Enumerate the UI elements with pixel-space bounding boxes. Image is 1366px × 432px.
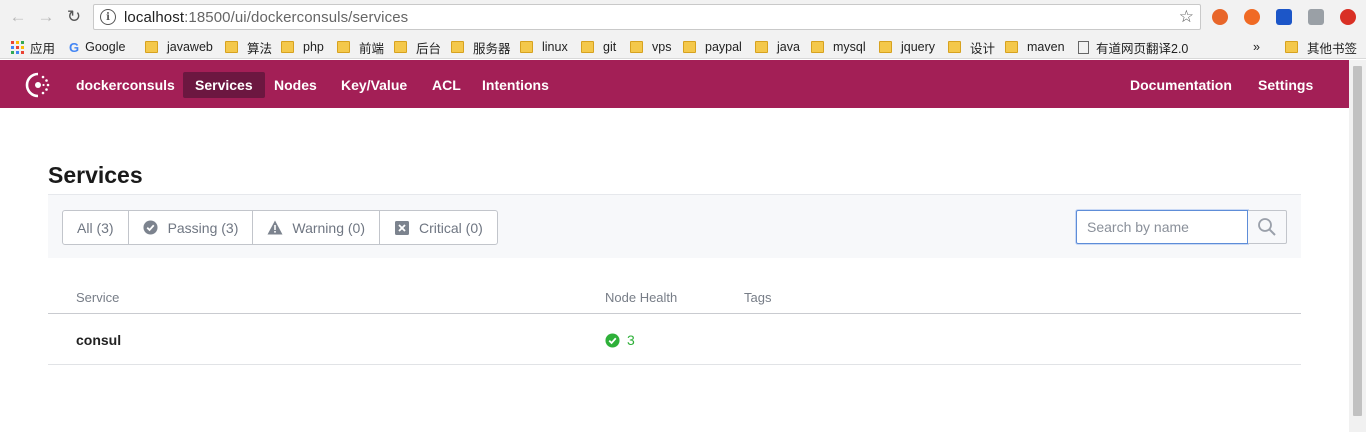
filter-bar: All (3) Passing (3) Warning (0) Critical… bbox=[48, 194, 1301, 258]
critical-x-icon bbox=[394, 220, 410, 236]
bookmark-folder[interactable]: mysql bbox=[811, 38, 866, 56]
search-field[interactable] bbox=[1076, 210, 1248, 244]
bookmarks-overflow-button[interactable]: » bbox=[1253, 38, 1260, 56]
filter-all[interactable]: All (3) bbox=[63, 211, 129, 244]
forward-arrow-icon[interactable]: → bbox=[35, 6, 57, 28]
nav-services[interactable]: Services bbox=[183, 72, 265, 98]
bookmark-folder[interactable]: 前端 bbox=[337, 38, 384, 56]
folder-icon bbox=[337, 41, 350, 53]
extension-icon[interactable] bbox=[1212, 9, 1228, 25]
filter-warning[interactable]: Warning (0) bbox=[253, 211, 380, 244]
extension-infinity-icon[interactable] bbox=[1244, 9, 1260, 25]
extension-gray-icon[interactable] bbox=[1308, 9, 1324, 25]
folder-icon bbox=[948, 41, 961, 53]
extension-v-icon[interactable] bbox=[1276, 9, 1292, 25]
folder-icon bbox=[225, 41, 238, 53]
nav-key-value[interactable]: Key/Value bbox=[329, 72, 419, 98]
url-text: localhost:18500/ui/dockerconsuls/service… bbox=[124, 8, 409, 26]
bookmark-google[interactable]: G Google bbox=[69, 38, 125, 56]
bookmark-folder[interactable]: git bbox=[581, 38, 616, 56]
folder-icon bbox=[755, 41, 768, 53]
folder-icon bbox=[683, 41, 696, 53]
bookmark-folder[interactable]: 服务器 bbox=[451, 38, 511, 56]
folder-icon bbox=[630, 41, 643, 53]
folder-icon bbox=[281, 41, 294, 53]
google-icon: G bbox=[69, 39, 80, 55]
bookmark-folder[interactable]: linux bbox=[520, 38, 568, 56]
bookmark-folder[interactable]: 后台 bbox=[394, 38, 441, 56]
filter-passing[interactable]: Passing (3) bbox=[129, 211, 254, 244]
warning-triangle-icon bbox=[267, 220, 283, 236]
page-title: Services bbox=[48, 162, 143, 188]
bookmark-star-icon[interactable]: ☆ bbox=[1179, 7, 1194, 27]
bookmark-page[interactable]: 有道网页翻译2.0 bbox=[1078, 38, 1188, 56]
search-button[interactable] bbox=[1248, 210, 1287, 244]
folder-icon bbox=[879, 41, 892, 53]
extension-upload-icon[interactable] bbox=[1340, 9, 1356, 25]
bookmark-folder[interactable]: javaweb bbox=[145, 38, 213, 56]
folder-icon bbox=[581, 41, 594, 53]
folder-icon bbox=[811, 41, 824, 53]
search-icon bbox=[1258, 218, 1276, 236]
bookmark-folder[interactable]: 算法 bbox=[225, 38, 272, 56]
other-bookmarks[interactable]: 其他书签 bbox=[1285, 38, 1357, 56]
bookmark-folder[interactable]: vps bbox=[630, 38, 671, 56]
info-icon[interactable]: i bbox=[100, 9, 116, 25]
bookmark-folder[interactable]: maven bbox=[1005, 38, 1065, 56]
filter-critical[interactable]: Critical (0) bbox=[380, 211, 497, 244]
search-input[interactable] bbox=[1077, 211, 1247, 243]
service-name-link[interactable]: consul bbox=[76, 332, 121, 348]
bookmark-folder[interactable]: 设计 bbox=[948, 38, 995, 56]
back-arrow-icon[interactable]: ← bbox=[7, 6, 29, 28]
bookmark-folder[interactable]: paypal bbox=[683, 38, 742, 56]
consul-logo-icon[interactable] bbox=[24, 71, 52, 99]
scrollbar-thumb[interactable] bbox=[1353, 66, 1362, 416]
node-health-cell: 3 bbox=[605, 332, 635, 348]
datacenter-name[interactable]: dockerconsuls bbox=[64, 72, 187, 98]
column-header-node-health[interactable]: Node Health bbox=[605, 290, 677, 305]
column-header-tags[interactable]: Tags bbox=[744, 290, 771, 305]
address-bar[interactable]: i localhost:18500/ui/dockerconsuls/servi… bbox=[93, 4, 1201, 30]
health-filter-group: All (3) Passing (3) Warning (0) Critical… bbox=[62, 210, 498, 245]
passing-check-icon bbox=[605, 332, 620, 348]
page-scrollbar[interactable] bbox=[1349, 60, 1366, 432]
app-header: dockerconsuls Services Nodes Key/Value A… bbox=[0, 60, 1366, 108]
nav-settings[interactable]: Settings bbox=[1246, 72, 1325, 98]
folder-icon bbox=[1285, 41, 1298, 53]
reload-icon[interactable]: ↻ bbox=[63, 6, 85, 28]
table-row[interactable]: consul 3 bbox=[48, 314, 1301, 365]
folder-icon bbox=[145, 41, 158, 53]
bookmark-apps[interactable]: 应用 bbox=[11, 38, 55, 56]
folder-icon bbox=[1005, 41, 1018, 53]
column-header-service[interactable]: Service bbox=[76, 290, 119, 305]
bookmark-folder[interactable]: php bbox=[281, 38, 324, 56]
apps-grid-icon bbox=[11, 40, 24, 54]
nav-intentions[interactable]: Intentions bbox=[470, 72, 561, 98]
nav-nodes[interactable]: Nodes bbox=[262, 72, 329, 98]
page-icon bbox=[1078, 40, 1089, 54]
nav-documentation[interactable]: Documentation bbox=[1118, 72, 1244, 98]
nav-acl[interactable]: ACL bbox=[420, 72, 473, 98]
folder-icon bbox=[451, 41, 464, 53]
folder-icon bbox=[520, 41, 533, 53]
browser-toolbar: ← → ↻ i localhost:18500/ui/dockerconsuls… bbox=[0, 0, 1366, 34]
check-circle-icon bbox=[143, 220, 159, 236]
bookmarks-bar: 应用 G Google javaweb 算法 php 前端 后台 服务器 linu… bbox=[0, 34, 1366, 59]
passing-count: 3 bbox=[627, 332, 635, 348]
bookmark-folder[interactable]: jquery bbox=[879, 38, 935, 56]
folder-icon bbox=[394, 41, 407, 53]
bookmark-folder[interactable]: java bbox=[755, 38, 800, 56]
